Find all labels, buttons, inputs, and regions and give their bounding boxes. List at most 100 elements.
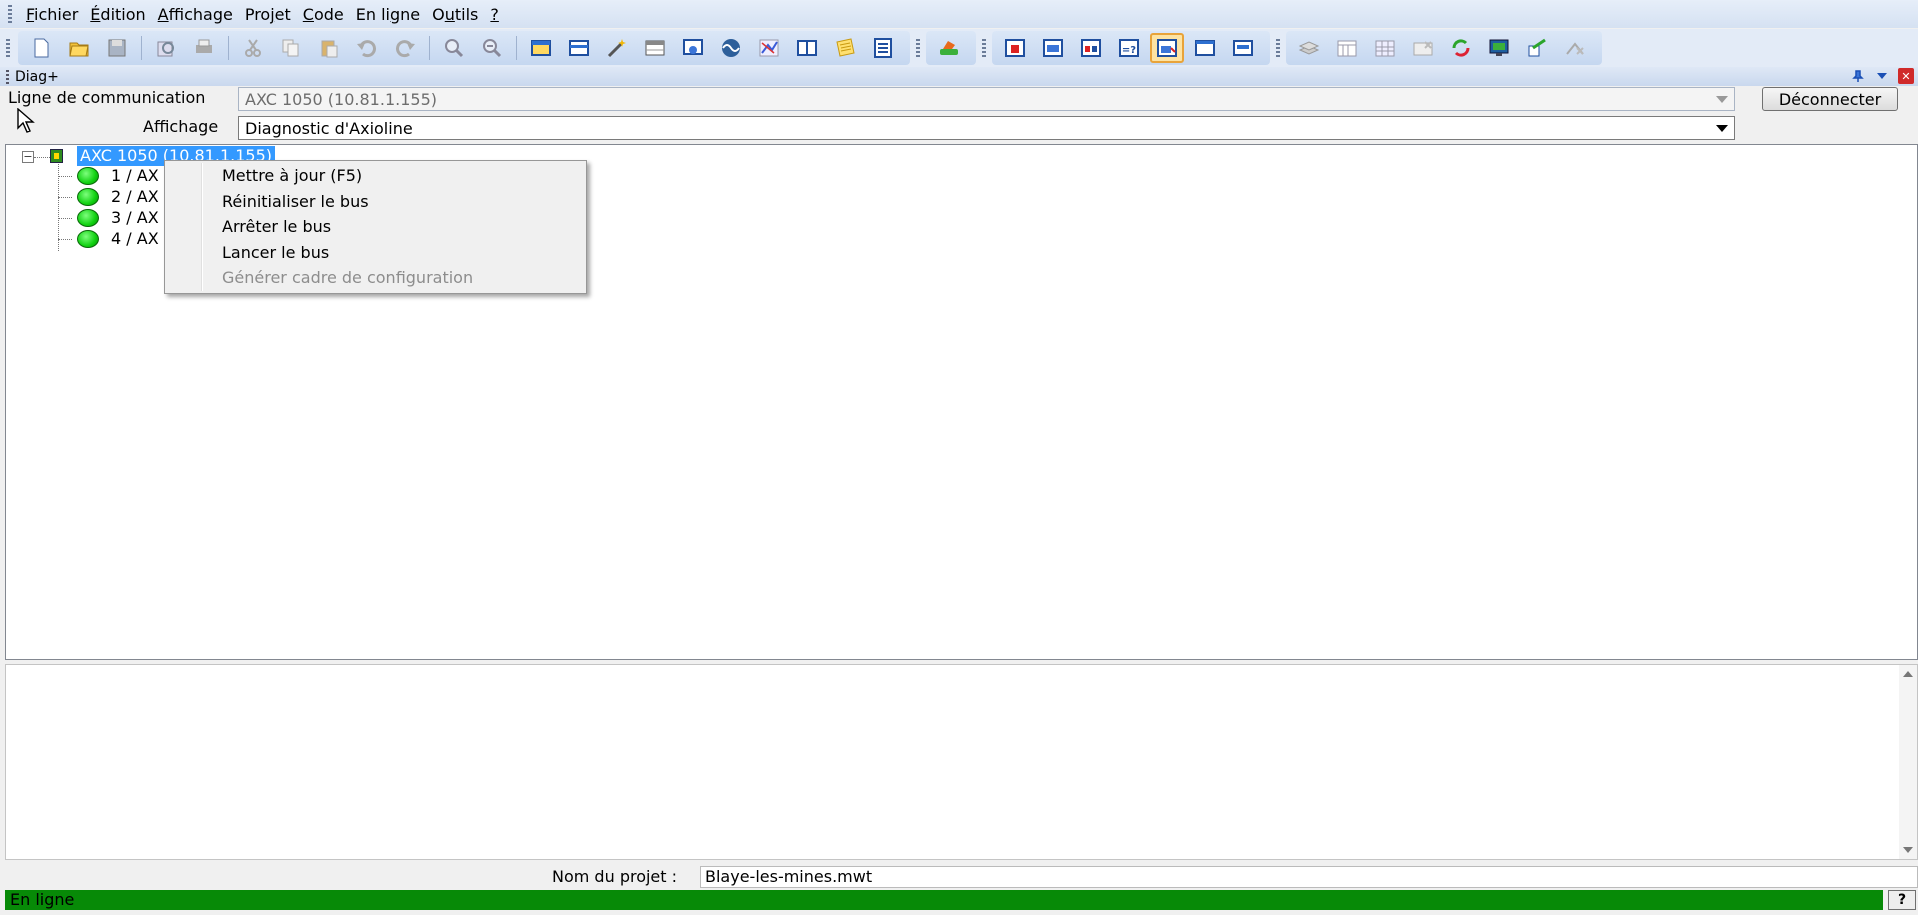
columns-icon <box>797 40 817 56</box>
menu-item-7[interactable]: ? <box>484 5 505 24</box>
menu-item-6[interactable]: Outils <box>426 5 484 24</box>
cut-button[interactable] <box>236 33 270 63</box>
stack-button[interactable] <box>1292 33 1326 63</box>
red-module-button[interactable] <box>998 33 1032 63</box>
context-menu-item: Générer cadre de configuration <box>222 268 474 287</box>
table-button[interactable] <box>638 33 672 63</box>
window-button[interactable] <box>524 33 558 63</box>
note-button[interactable] <box>828 33 862 63</box>
wand-button[interactable] <box>600 33 634 63</box>
monitor-button[interactable] <box>1482 33 1516 63</box>
network-off-button[interactable] <box>1558 33 1592 63</box>
status-led-icon <box>77 209 99 227</box>
menu-mnemonic: A <box>157 4 169 24</box>
calendar-button[interactable] <box>1330 33 1364 63</box>
context-menu-item[interactable]: Réinitialiser le bus <box>222 191 582 213</box>
view-combo[interactable]: Diagnostic d'Axioline <box>238 116 1735 140</box>
toolbar-separator <box>516 36 517 60</box>
list-button[interactable] <box>866 33 900 63</box>
tree-connector <box>58 218 72 219</box>
menu-mnemonic: ? <box>490 4 499 24</box>
dropdown-icon[interactable] <box>1874 68 1890 84</box>
project-name-field[interactable]: Blaye-les-mines.mwt <box>700 866 1918 888</box>
toolbar-grip[interactable] <box>1276 39 1280 57</box>
copy-button[interactable] <box>274 33 308 63</box>
zoom-in-button[interactable] <box>437 33 471 63</box>
wand-icon <box>607 39 626 58</box>
refresh-button[interactable] <box>1444 33 1478 63</box>
menu-item-2[interactable]: Affichage <box>152 5 239 24</box>
menu-mnemonic: F <box>26 4 35 24</box>
send-button[interactable] <box>1520 33 1554 63</box>
pin-icon[interactable] <box>1850 68 1866 84</box>
print-button[interactable] <box>187 33 221 63</box>
menu-item-5[interactable]: En ligne <box>350 5 426 24</box>
line-combo[interactable]: AXC 1050 (10.81.1.155) <box>238 87 1735 111</box>
undo-icon <box>357 40 376 58</box>
diag-button[interactable] <box>1150 33 1184 63</box>
context-menu-item[interactable]: Lancer le bus <box>222 242 582 264</box>
help-button[interactable]: ? <box>1888 890 1916 910</box>
toolbar-group <box>18 31 910 65</box>
redo-button[interactable] <box>388 33 422 63</box>
panel-button[interactable] <box>562 33 596 63</box>
tree-node[interactable]: 3 / AX <box>111 208 159 227</box>
toolbar-group <box>1286 31 1602 65</box>
tree-node[interactable]: 1 / AX <box>111 166 159 185</box>
scroll-down-icon[interactable] <box>1903 847 1913 853</box>
send-icon <box>1528 38 1546 57</box>
menu-mnemonic: g <box>390 4 401 24</box>
view-button[interactable] <box>676 33 710 63</box>
print-preview-button[interactable] <box>149 33 183 63</box>
close-icon[interactable]: ✕ <box>1898 68 1914 84</box>
tree-node[interactable]: 2 / AX <box>111 187 159 206</box>
output-panel[interactable] <box>5 664 1918 860</box>
save-button[interactable] <box>100 33 134 63</box>
menu-grip[interactable] <box>8 5 12 23</box>
zoom-in-icon <box>445 39 464 58</box>
grid-button[interactable] <box>1368 33 1402 63</box>
blank-window-button[interactable] <box>1188 33 1222 63</box>
output-scrollbar[interactable] <box>1899 665 1917 859</box>
menu-item-4[interactable]: Code <box>297 5 350 24</box>
paste-button[interactable] <box>312 33 346 63</box>
tree-node[interactable]: 4 / AX <box>111 229 159 248</box>
question-module-button[interactable]: =? <box>1112 33 1146 63</box>
cut-icon <box>245 39 261 57</box>
menu-text: ffichage <box>168 4 233 24</box>
disconnected-button[interactable] <box>1406 33 1440 63</box>
wave-icon <box>722 39 740 57</box>
toolbar-grip[interactable] <box>6 39 10 57</box>
io-module-button[interactable] <box>1074 33 1108 63</box>
menu-mnemonic: u <box>444 4 455 24</box>
context-menu-item[interactable]: Arrêter le bus <box>222 216 582 238</box>
toolbar-grip[interactable] <box>982 39 986 57</box>
new-file-button[interactable] <box>24 33 58 63</box>
tree-connector <box>58 164 59 251</box>
menu-item-3[interactable]: Projet <box>239 5 297 24</box>
menu-text: ode <box>313 4 344 24</box>
collapse-icon[interactable]: − <box>22 151 34 163</box>
graph-button[interactable] <box>752 33 786 63</box>
toolbar-grip[interactable] <box>916 39 920 57</box>
panel-grip[interactable] <box>6 69 9 84</box>
zoom-out-button[interactable] <box>475 33 509 63</box>
project-label: Nom du projet : <box>552 867 678 886</box>
display-button[interactable] <box>1226 33 1260 63</box>
blue-module-button[interactable] <box>1036 33 1070 63</box>
menu-item-0[interactable]: Fichier <box>20 5 84 24</box>
refresh-icon <box>1452 39 1470 57</box>
toolbar-group <box>926 31 976 65</box>
menu-item-1[interactable]: Édition <box>84 5 151 24</box>
wave-button[interactable] <box>714 33 748 63</box>
tool-button[interactable] <box>932 33 966 63</box>
open-folder-button[interactable] <box>62 33 96 63</box>
columns-button[interactable] <box>790 33 824 63</box>
paste-icon <box>321 40 338 58</box>
status-led-icon <box>77 230 99 248</box>
context-menu-item[interactable]: Mettre à jour (F5) <box>222 165 582 187</box>
undo-button[interactable] <box>350 33 384 63</box>
question-module-icon: =? <box>1119 39 1139 57</box>
disconnect-button[interactable]: Déconnecter <box>1762 87 1898 111</box>
scroll-up-icon[interactable] <box>1903 671 1913 677</box>
